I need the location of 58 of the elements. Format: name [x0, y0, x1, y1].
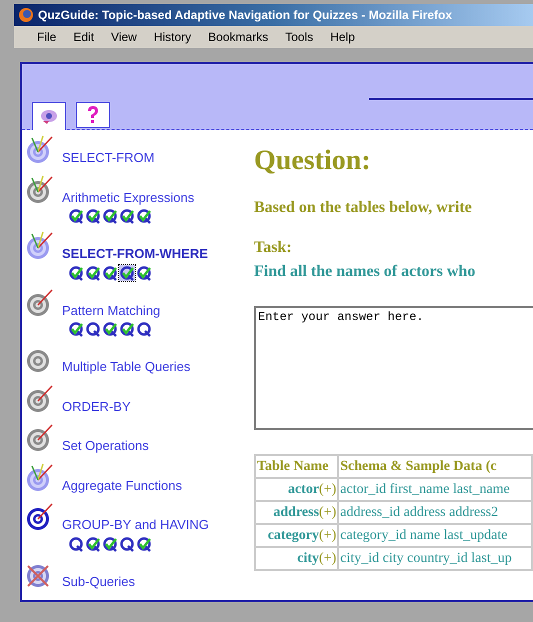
- table-cell: address_id address address2: [338, 501, 532, 524]
- table-name: address: [273, 505, 320, 520]
- solved-question-icon[interactable]: [85, 536, 101, 552]
- solved-question-icon[interactable]: [85, 208, 101, 224]
- task-text: Find all the names of actors who: [254, 262, 476, 282]
- topic-link[interactable]: Set Operations: [62, 436, 149, 456]
- window-title: QuzGuide: Topic-based Adaptive Navigation for Quizzes - Mozilla Firefox: [38, 7, 452, 24]
- question-heading: Question:: [254, 144, 372, 178]
- menu-item[interactable]: History: [154, 28, 192, 46]
- table-name: city: [297, 551, 320, 566]
- tab[interactable]: [76, 102, 110, 128]
- menu-item[interactable]: Help: [330, 28, 355, 46]
- question-icon[interactable]: [119, 536, 135, 552]
- solved-question-icon[interactable]: [85, 264, 101, 280]
- solved-question-icon[interactable]: [102, 321, 118, 337]
- solved-question-icon[interactable]: [119, 264, 135, 280]
- column-header: Table Name: [255, 455, 338, 478]
- table-cell: actor_id first_name last_name: [338, 478, 532, 501]
- topic-link[interactable]: Sub-Queries: [62, 572, 135, 591]
- question-icon[interactable]: [68, 536, 84, 552]
- solved-question-icon[interactable]: [136, 264, 152, 280]
- topic-link[interactable]: Multiple Table Queries: [62, 357, 190, 376]
- topic-link[interactable]: Arithmetic Expressions: [62, 188, 194, 207]
- solved-question-icon[interactable]: [136, 208, 152, 224]
- table-cell: city_id city country_id last_up: [338, 547, 532, 570]
- table-cell: category_id name last_update: [338, 524, 532, 547]
- topic-link[interactable]: SELECT-FROM-WHERE: [62, 244, 208, 264]
- solved-question-icon[interactable]: [102, 264, 118, 280]
- solved-question-icon[interactable]: [119, 208, 135, 224]
- eye-icon: [39, 108, 59, 124]
- menu-item[interactable]: View: [111, 28, 137, 46]
- topic-link[interactable]: SELECT-FROM: [62, 148, 154, 168]
- solved-question-icon[interactable]: [68, 321, 84, 337]
- answer-field[interactable]: Enter your answer here.: [254, 306, 533, 430]
- question-prompt: Based on the tables below, write: [254, 198, 473, 218]
- browser-logo-icon: [18, 7, 34, 23]
- tab[interactable]: [32, 102, 66, 130]
- solved-question-icon[interactable]: [136, 536, 152, 552]
- column-header: Schema & Sample Data (c: [338, 455, 532, 478]
- question-icon[interactable]: [85, 321, 101, 337]
- solved-question-icon[interactable]: [68, 208, 84, 224]
- topic-link[interactable]: ORDER-BY: [62, 396, 131, 416]
- solved-question-icon[interactable]: [119, 321, 135, 337]
- question-icon[interactable]: [136, 321, 152, 337]
- topic-link[interactable]: GROUP-BY and HAVING: [62, 515, 209, 534]
- menu-item[interactable]: File: [37, 28, 56, 46]
- topic-link[interactable]: Pattern Matching: [62, 300, 160, 320]
- table-name: category: [268, 528, 320, 543]
- topic-link[interactable]: Aggregate Functions: [62, 476, 182, 495]
- help-icon: [86, 105, 100, 125]
- solved-question-icon[interactable]: [102, 208, 118, 224]
- task-label: Task:: [254, 238, 293, 258]
- solved-question-icon[interactable]: [68, 264, 84, 280]
- table-name: actor: [288, 482, 320, 497]
- menu-item[interactable]: Bookmarks: [208, 28, 268, 46]
- menu-item[interactable]: Tools: [285, 28, 314, 46]
- menu-item[interactable]: Edit: [73, 28, 94, 46]
- solved-question-icon[interactable]: [102, 536, 118, 552]
